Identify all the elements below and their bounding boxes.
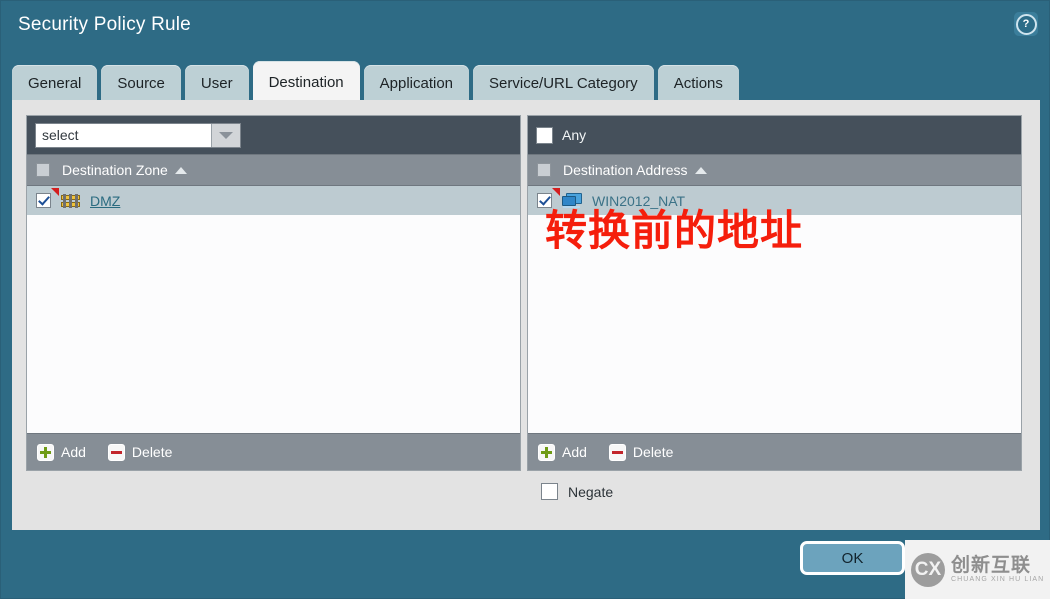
destination-zone-panel: select Destination Zone DMZ Add Delete: [26, 115, 521, 471]
annotation-text: 转换前的地址: [545, 207, 804, 254]
any-address-row[interactable]: Any: [536, 126, 587, 144]
destination-address-list: WIN2012_NAT 转换前的地址: [528, 186, 1021, 433]
destination-zone-name[interactable]: DMZ: [90, 193, 120, 209]
destination-zone-column-label: Destination Zone: [62, 162, 168, 178]
tab-application[interactable]: Application: [363, 64, 470, 101]
watermark-pinyin: CHUANG XIN HU LIAN: [951, 575, 1045, 583]
destination-zone-panel-header: select: [27, 116, 520, 154]
row-checkbox[interactable]: [537, 193, 552, 208]
destination-tab-content: select Destination Zone DMZ Add Delete A…: [12, 100, 1040, 530]
dialog-title: Security Policy Rule: [18, 14, 191, 35]
help-question-icon[interactable]: ?: [1014, 12, 1038, 36]
plus-icon: [37, 443, 54, 461]
chevron-down-glyph: [219, 131, 233, 139]
add-zone-label: Add: [61, 444, 86, 460]
watermark-text: 创新互联 CHUANG XIN HU LIAN: [951, 554, 1045, 583]
negate-row[interactable]: Negate: [541, 483, 613, 500]
host-monitor-icon: [562, 193, 582, 208]
watermark-chinese: 创新互联: [951, 554, 1032, 576]
delete-zone-label: Delete: [131, 444, 173, 460]
dialog-footer: OK: [1, 528, 1050, 598]
minus-icon: [107, 443, 125, 461]
sort-ascending-icon: [174, 166, 187, 174]
delete-address-label: Delete: [632, 444, 674, 460]
tab-actions[interactable]: Actions: [657, 64, 739, 101]
tab-general[interactable]: General: [12, 64, 98, 101]
tab-user[interactable]: User: [184, 64, 249, 101]
select-all-zones-checkbox[interactable]: [36, 163, 50, 177]
add-zone-button[interactable]: Add: [37, 443, 86, 461]
destination-zone-list: DMZ: [27, 186, 520, 433]
ok-button[interactable]: OK: [800, 541, 905, 575]
destination-address-panel-header: Any: [528, 116, 1021, 154]
chevron-down-icon[interactable]: [211, 123, 240, 147]
row-checkbox-wrapper[interactable]: [537, 188, 560, 208]
minus-icon: [608, 443, 626, 461]
destination-address-column-label: Destination Address: [563, 162, 688, 178]
destination-zone-select-value[interactable]: select: [36, 124, 211, 147]
destination-address-panel: Any Destination Address WIN2012_NAT 转换前的…: [527, 115, 1022, 471]
destination-zone-footer: Add Delete: [27, 433, 520, 470]
row-checkbox[interactable]: [36, 193, 51, 208]
destination-address-column-header: Destination Address: [528, 154, 1021, 186]
security-policy-rule-dialog: Security Policy Rule ? General Source Us…: [0, 0, 1050, 599]
negate-checkbox[interactable]: [541, 483, 558, 500]
zone-barrier-icon: [61, 193, 80, 208]
sort-ascending-icon: [694, 166, 707, 174]
destination-zone-select[interactable]: select: [35, 122, 241, 148]
destination-zone-column-title[interactable]: Destination Zone: [62, 162, 187, 178]
table-row[interactable]: DMZ: [27, 186, 520, 215]
select-all-addresses-checkbox[interactable]: [537, 163, 551, 177]
help-glyph: ?: [1015, 13, 1037, 35]
add-address-button[interactable]: Add: [538, 443, 587, 461]
delete-zone-button[interactable]: Delete: [107, 443, 173, 461]
modified-flag-icon: [552, 188, 560, 196]
modified-flag-icon: [51, 188, 59, 196]
tab-service-url-category[interactable]: Service/URL Category: [473, 64, 654, 101]
tabstrip: General Source User Destination Applicat…: [12, 57, 739, 101]
watermark-logo-icon: CX: [911, 552, 945, 587]
add-address-label: Add: [562, 444, 587, 460]
destination-address-column-title[interactable]: Destination Address: [563, 162, 707, 178]
destination-address-footer: Add Delete: [528, 433, 1021, 470]
tab-destination[interactable]: Destination: [252, 60, 360, 101]
watermark: CX 创新互联 CHUANG XIN HU LIAN: [905, 540, 1050, 599]
destination-zone-column-header: Destination Zone: [27, 154, 520, 186]
dialog-titlebar: Security Policy Rule ?: [1, 1, 1050, 55]
row-checkbox-wrapper[interactable]: [36, 188, 59, 208]
any-address-label: Any: [562, 127, 587, 143]
negate-label: Negate: [568, 483, 614, 500]
any-address-checkbox[interactable]: [536, 126, 553, 144]
plus-icon: [538, 443, 555, 461]
tab-source[interactable]: Source: [101, 64, 181, 101]
delete-address-button[interactable]: Delete: [608, 443, 674, 461]
